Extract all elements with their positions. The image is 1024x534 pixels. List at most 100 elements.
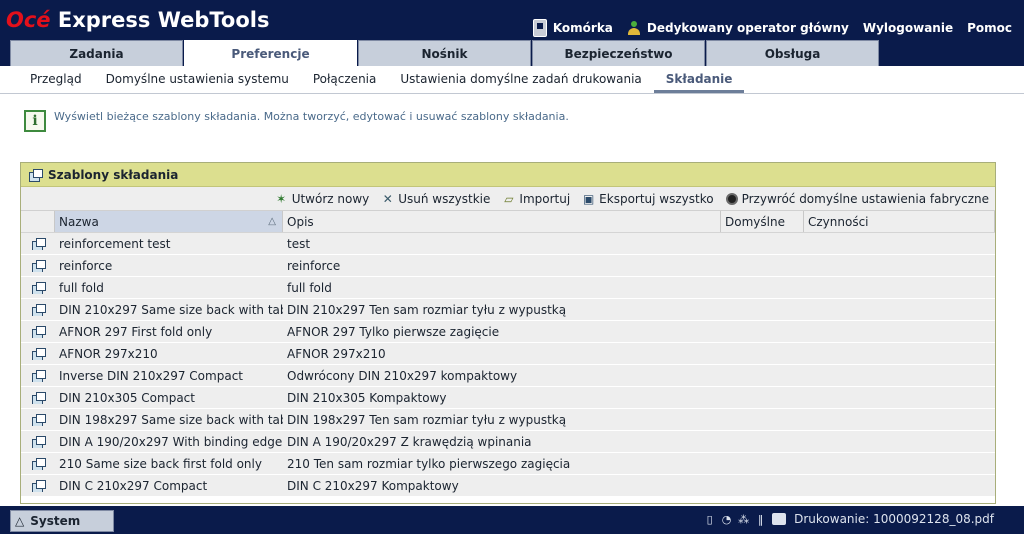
tab-jobs[interactable]: Zadania xyxy=(10,40,183,66)
panel-header: Szablony składania xyxy=(21,163,995,187)
template-name[interactable]: DIN A 190/20x297 With binding edge xyxy=(55,435,283,449)
template-icon xyxy=(31,391,46,404)
template-icon xyxy=(31,281,46,294)
template-name[interactable]: reinforcement test xyxy=(55,237,283,251)
operator-link[interactable]: Dedykowany operator główny xyxy=(627,21,849,35)
import-button[interactable]: ▱ Importuj xyxy=(502,192,570,206)
template-description: DIN 198x297 Ten sam rozmiar tyłu z wypus… xyxy=(287,412,567,427)
table-row[interactable]: reinforce reinforce xyxy=(21,255,995,277)
subtab-connections[interactable]: Połączenia xyxy=(301,72,389,93)
row-icon-cell xyxy=(21,347,55,360)
template-name[interactable]: 210 Same size back first fold only xyxy=(55,457,283,471)
export-all-button[interactable]: ▣ Eksportuj wszystko xyxy=(582,191,714,206)
user-icon xyxy=(627,21,641,35)
row-icon-cell xyxy=(21,259,55,272)
table-row[interactable]: DIN A 190/20x297 With binding edge DIN A … xyxy=(21,431,995,453)
network-icon: ⁂ xyxy=(738,512,750,526)
table-row[interactable]: full fold full fold xyxy=(21,277,995,299)
template-icon xyxy=(31,347,46,360)
panel-toolbar: ✶ Utwórz nowy ✕ Usuń wszystkie ▱ Importu… xyxy=(21,187,995,211)
template-icon xyxy=(31,259,46,272)
table-body: reinforcement test test reinforce reinforce… xyxy=(21,233,995,497)
app-brand: Océ Express WebTools xyxy=(6,8,269,32)
template-name[interactable]: AFNOR 297 First fold only xyxy=(55,325,283,339)
row-icon-cell xyxy=(21,435,55,448)
delete-x-icon: ✕ xyxy=(382,191,393,206)
folder-open-icon: ▱ xyxy=(504,191,514,206)
table-row[interactable]: DIN 210x297 Same size back with tab DIN 2… xyxy=(21,299,995,321)
printer-icon xyxy=(772,513,787,525)
template-icon xyxy=(31,457,46,470)
export-all-label: Eksportuj wszystko xyxy=(599,191,714,206)
table-row[interactable]: DIN 210x305 Compact DIN 210x305 Kompaktow… xyxy=(21,387,995,409)
system-tab[interactable]: △ System xyxy=(10,510,114,532)
brand-oce: Océ xyxy=(6,8,51,32)
template-description: reinforce xyxy=(287,258,341,273)
table-row[interactable]: AFNOR 297x210 AFNOR 297x210 xyxy=(21,343,995,365)
template-name[interactable]: full fold xyxy=(55,281,283,295)
help-link[interactable]: Pomoc xyxy=(967,21,1012,35)
template-icon xyxy=(31,413,46,426)
tab-media[interactable]: Nośnik xyxy=(358,40,531,66)
status-bar: △ System ▯ ◔ ⁂ ‖ Drukowanie: 1000092128_… xyxy=(0,504,1024,534)
subtab-folding[interactable]: Składanie xyxy=(653,72,745,93)
table-row[interactable]: DIN C 210x297 Compact DIN C 210x297 Kompa… xyxy=(21,475,995,497)
column-header-name[interactable]: Nazwa △ xyxy=(55,211,283,232)
column-header-default[interactable]: Domyślne xyxy=(721,211,804,232)
tab-security[interactable]: Bezpieczeństwo xyxy=(532,40,705,66)
table-row[interactable]: Inverse DIN 210x297 Compact Odwrócony DIN… xyxy=(21,365,995,387)
operator-link-label: Dedykowany operator główny xyxy=(646,21,849,35)
tab-maintenance[interactable]: Obsługa xyxy=(706,40,879,66)
table-row[interactable]: AFNOR 297 First fold only AFNOR 297 Tylko… xyxy=(21,321,995,343)
template-name[interactable]: DIN 198x297 Same size back with tab xyxy=(55,413,283,427)
template-icon xyxy=(31,479,46,492)
template-icon xyxy=(31,325,46,338)
template-description: DIN 210x305 Kompaktowy xyxy=(287,390,447,405)
template-name[interactable]: DIN C 210x297 Compact xyxy=(55,479,283,493)
template-description: AFNOR 297 Tylko pierwsze zagięcie xyxy=(287,324,500,339)
status-indicators: ▯ ◔ ⁂ ‖ Drukowanie: 1000092128_08.pdf xyxy=(704,512,994,526)
mobile-link[interactable]: Komórka xyxy=(532,19,613,37)
info-message: i Wyświetl bieżące szablony składania. M… xyxy=(24,110,569,132)
delete-all-button[interactable]: ✕ Usuń wszystkie xyxy=(381,191,491,206)
printing-status: Drukowanie: 1000092128_08.pdf xyxy=(794,512,994,526)
template-name[interactable]: DIN 210x305 Compact xyxy=(55,391,283,405)
pause-icon: ‖ xyxy=(757,512,764,526)
template-name[interactable]: reinforce xyxy=(55,259,283,273)
mobile-link-label: Komórka xyxy=(552,21,613,35)
subtab-print-job-defaults[interactable]: Ustawienia domyślne zadań drukowania xyxy=(388,72,653,93)
column-header-description[interactable]: Opis xyxy=(283,211,721,232)
table-row[interactable]: DIN 198x297 Same size back with tab DIN 1… xyxy=(21,409,995,431)
table-row[interactable]: 210 Same size back first fold only 210 Te… xyxy=(21,453,995,475)
row-icon-cell xyxy=(21,413,55,426)
template-icon xyxy=(31,435,46,448)
template-description: DIN A 190/20x297 Z krawędzią wpinania xyxy=(287,434,532,449)
restore-defaults-label: Przywróć domyślne ustawienia fabryczne xyxy=(741,191,989,206)
table-row[interactable]: reinforcement test test xyxy=(21,233,995,255)
system-tab-label: System xyxy=(30,514,81,528)
logout-link[interactable]: Wylogowanie xyxy=(863,21,953,35)
floppy-disk-icon: ▣ xyxy=(583,191,595,206)
template-name[interactable]: DIN 210x297 Same size back with tab xyxy=(55,303,283,317)
template-icon xyxy=(31,237,46,250)
row-icon-cell xyxy=(21,457,55,470)
row-icon-cell xyxy=(21,391,55,404)
create-new-button[interactable]: ✶ Utwórz nowy xyxy=(275,192,369,206)
tab-preferences[interactable]: Preferencje xyxy=(184,40,357,66)
system-expand-icon: △ xyxy=(15,514,25,528)
template-icon xyxy=(29,168,43,182)
template-name[interactable]: Inverse DIN 210x297 Compact xyxy=(55,369,283,383)
template-description: AFNOR 297x210 xyxy=(287,346,386,361)
mobile-device-icon xyxy=(532,19,547,37)
restore-defaults-button[interactable]: Przywróć domyślne ustawienia fabryczne xyxy=(725,191,989,206)
info-text: Wyświetl bieżące szablony składania. Moż… xyxy=(54,110,569,123)
column-header-actions: Czynności xyxy=(804,211,995,232)
row-icon-cell xyxy=(21,303,55,316)
subtab-system-defaults[interactable]: Domyślne ustawienia systemu xyxy=(94,72,301,93)
column-name-label: Nazwa xyxy=(59,214,99,229)
template-name[interactable]: AFNOR 297x210 xyxy=(55,347,283,361)
template-description: test xyxy=(287,236,311,251)
subtab-overview[interactable]: Przegląd xyxy=(18,72,94,93)
template-description: full fold xyxy=(287,280,332,295)
paper-icon: ▯ xyxy=(706,512,713,526)
